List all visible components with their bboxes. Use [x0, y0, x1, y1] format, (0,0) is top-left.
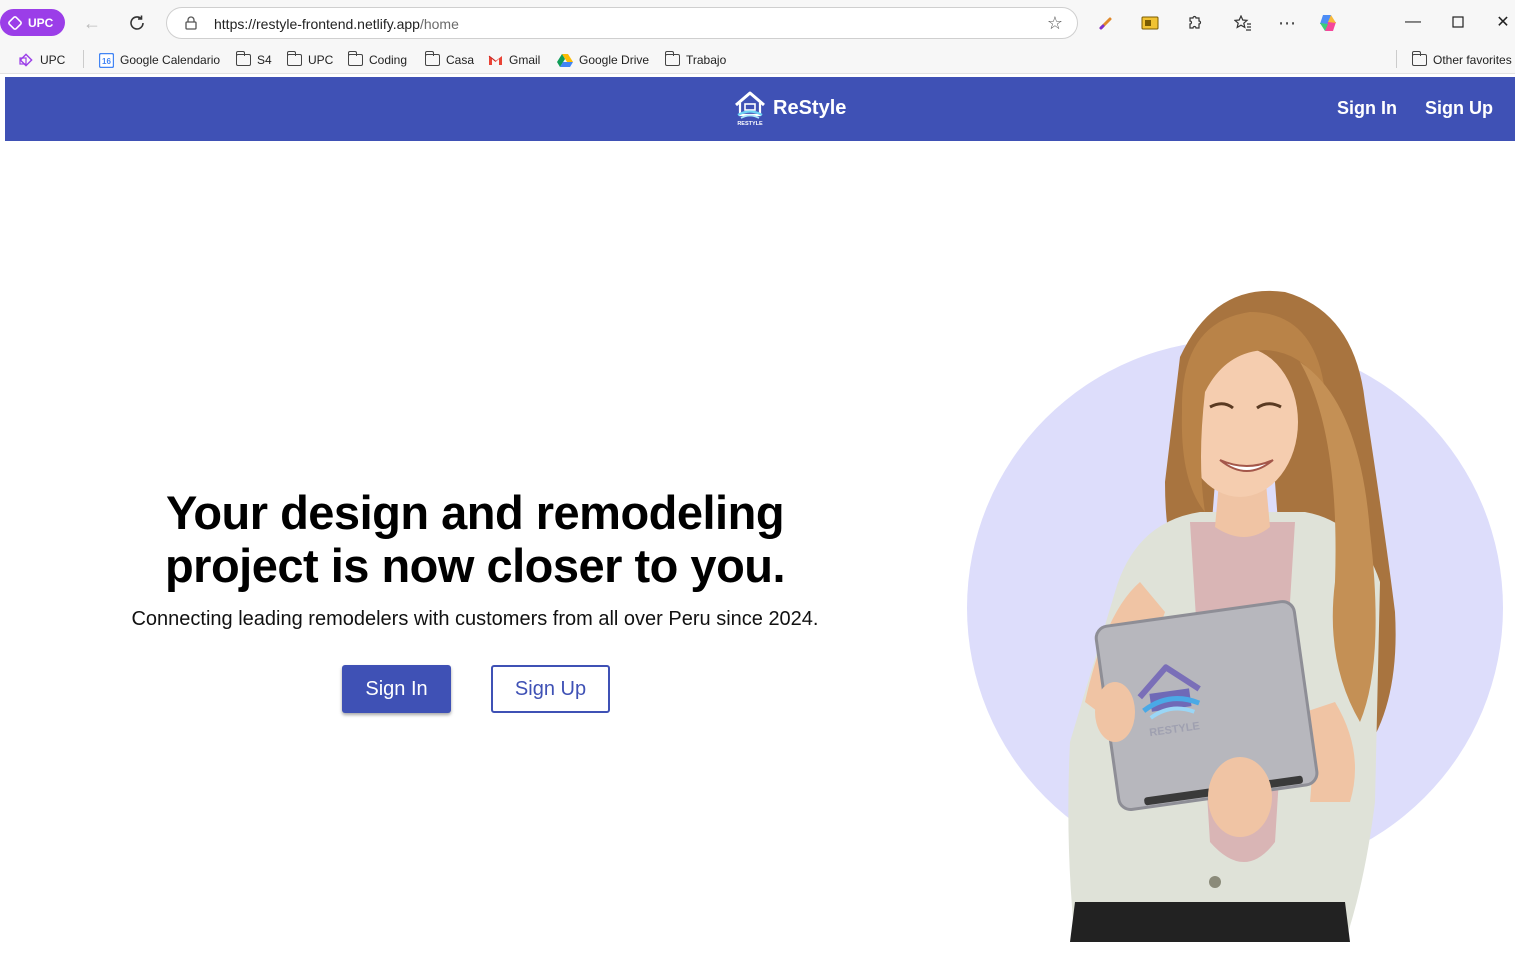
bookmark-google-calendario[interactable]: 16 Google Calendario	[99, 51, 220, 69]
jeans	[1070, 902, 1350, 942]
minimize-icon[interactable]: —	[1401, 10, 1425, 34]
address-bar[interactable]: https://restyle-frontend.netlify.app/hom…	[166, 7, 1078, 39]
bookmark-gmail[interactable]: Gmail	[488, 51, 540, 69]
hero-image: RESTYLE	[967, 290, 1503, 942]
brand-name: ReStyle	[773, 96, 847, 119]
bookmark-google-drive[interactable]: Google Drive	[557, 51, 649, 69]
bookmark-separator	[83, 50, 84, 68]
folder-icon	[664, 51, 680, 66]
drive-icon	[557, 54, 573, 67]
bookmark-separator	[1396, 50, 1397, 68]
gmail-icon	[488, 55, 502, 65]
svg-text:RESTYLE: RESTYLE	[737, 121, 763, 127]
back-button[interactable]: ←	[80, 11, 104, 35]
other-favorites-label: Other favorites	[1433, 53, 1512, 67]
bookmark-label: UPC	[40, 53, 66, 67]
hero-subtitle: Connecting leading remodelers with custo…	[131, 608, 819, 630]
hero-sign-in-button[interactable]: Sign In	[342, 665, 451, 713]
bookmark-casa[interactable]: Casa	[424, 51, 475, 69]
reload-icon	[130, 15, 144, 30]
pen-extension-icon[interactable]	[1094, 11, 1118, 35]
bookmark-other-favorites[interactable]: Other favorites	[1411, 51, 1512, 69]
profile-button[interactable]: UPC	[0, 9, 65, 36]
brand-logo[interactable]: RESTYLE ReStyle	[733, 89, 846, 127]
wallet-extension-icon[interactable]	[1138, 11, 1162, 35]
bookmarks-bar: UPC 16 Google Calendario S4 UPC Coding C…	[0, 46, 1515, 74]
left-hand	[1095, 682, 1135, 742]
url-host: https://restyle-frontend.netlify.app	[214, 16, 420, 32]
bookmark-label: UPC	[308, 53, 334, 67]
folder-icon	[424, 51, 440, 66]
browser-toolbar: UPC ← https://restyle-frontend.netlify.a…	[0, 0, 1515, 46]
favorite-star-icon[interactable]: ☆	[1047, 13, 1063, 34]
folder-icon	[347, 51, 363, 66]
bookmark-label: Coding	[369, 53, 408, 67]
bookmark-upc-folder[interactable]: UPC	[286, 51, 334, 69]
house-logo-icon: RESTYLE	[735, 91, 765, 127]
bookmark-coding[interactable]: Coding	[347, 51, 408, 69]
bookmark-upc[interactable]: UPC	[18, 51, 65, 69]
maximize-icon[interactable]	[1446, 10, 1470, 34]
bookmark-label: Trabajo	[686, 53, 727, 67]
upc-icon	[19, 53, 33, 67]
hero-title: Your design and remodeling project is no…	[164, 486, 786, 592]
profile-icon	[7, 14, 23, 31]
bookmark-trabajo[interactable]: Trabajo	[664, 51, 727, 69]
copilot-icon[interactable]	[1316, 11, 1340, 35]
reload-button[interactable]	[125, 11, 149, 35]
bookmark-label: Google Calendario	[120, 53, 221, 67]
extensions-icon[interactable]	[1182, 11, 1206, 35]
svg-text:16: 16	[102, 57, 111, 66]
top-navbar: RESTYLE ReStyle Sign In Sign Up	[5, 77, 1515, 141]
lock-icon	[185, 16, 197, 30]
folder-icon	[286, 51, 302, 66]
folder-icon	[235, 51, 251, 66]
url-text: https://restyle-frontend.netlify.app/hom…	[214, 16, 459, 32]
bookmark-label: Google Drive	[579, 53, 650, 67]
hero-sign-up-button[interactable]: Sign Up	[491, 665, 610, 713]
url-path: /home	[419, 16, 459, 32]
folder-icon	[1411, 51, 1427, 66]
bookmark-label: S4	[257, 53, 272, 67]
bookmark-label: Gmail	[509, 53, 541, 67]
webpage: RESTYLE ReStyle Sign In Sign Up Your des…	[5, 77, 1515, 971]
more-options-icon[interactable]: ⋯	[1275, 11, 1299, 35]
bookmark-label: Casa	[446, 53, 475, 67]
calendar-icon: 16	[99, 52, 114, 68]
bookmark-s4[interactable]: S4	[235, 51, 272, 69]
nav-sign-up-link[interactable]: Sign Up	[1425, 98, 1493, 119]
favorites-icon[interactable]	[1231, 11, 1255, 35]
right-hand	[1208, 757, 1272, 837]
close-icon[interactable]: ✕	[1491, 10, 1515, 34]
nav-sign-in-link[interactable]: Sign In	[1337, 98, 1397, 119]
profile-label: UPC	[28, 15, 54, 30]
